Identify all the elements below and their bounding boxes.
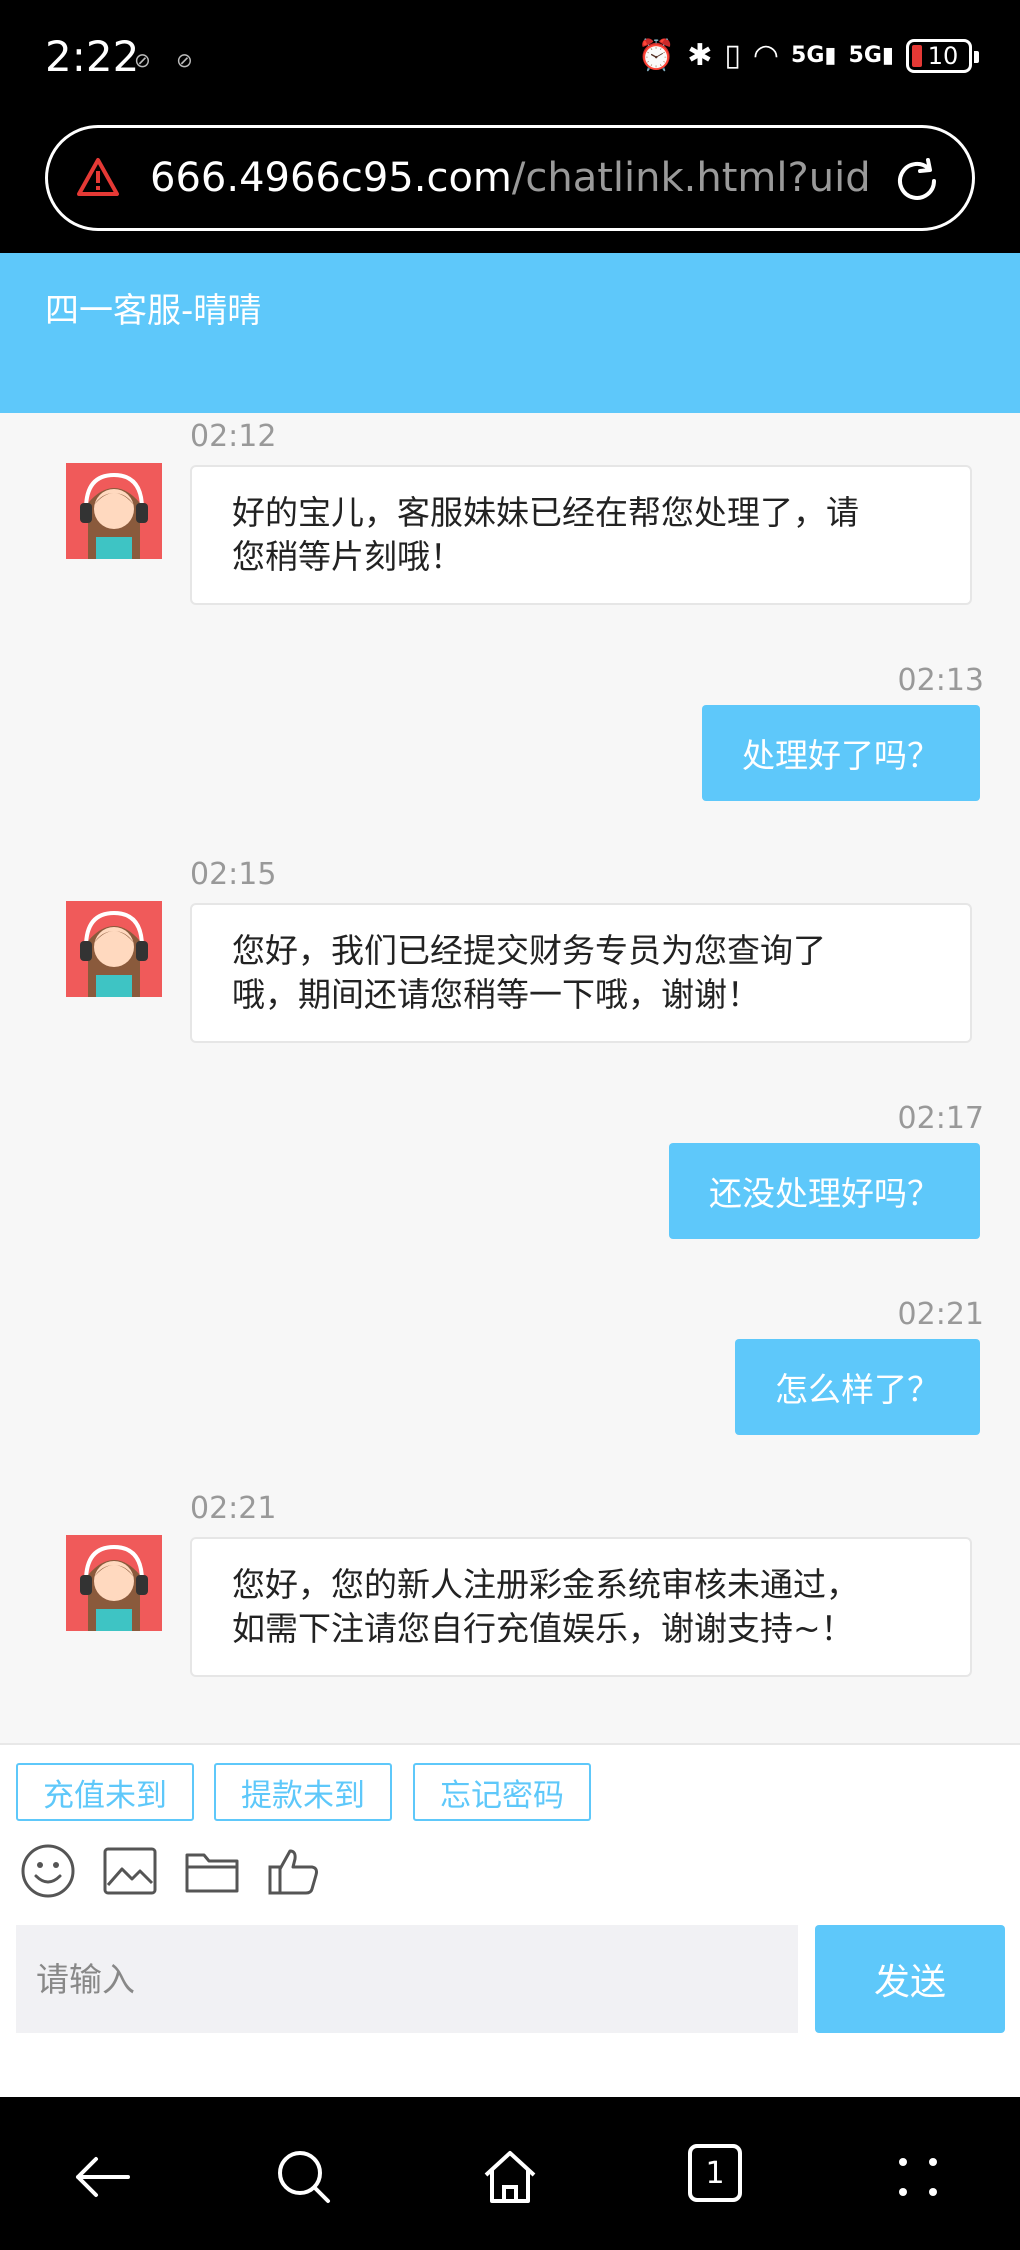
send-button[interactable]: 发送 <box>815 1925 1005 2033</box>
status-time: 2:22 <box>45 32 140 81</box>
emoji-icon[interactable] <box>20 1843 76 1899</box>
quick-reply-password[interactable]: 忘记密码 <box>413 1763 591 1821</box>
back-arrow-icon[interactable] <box>72 2147 132 2207</box>
browser-toolbar: 666.4966c95.com/chatlink.html?uid= <box>0 115 1020 253</box>
user-message: 处理好了吗？ <box>702 705 980 801</box>
agent-avatar <box>66 901 162 997</box>
message-time: 02:15 <box>190 857 277 892</box>
message-time: 02:12 <box>190 419 277 454</box>
status-icons: ⏰ ✱ ▯ ◠ 5G▮ 5G▮ 10 <box>637 38 979 73</box>
composer-panel: 充值未到 提款未到 忘记密码 发送 <box>0 1743 1020 2097</box>
search-icon[interactable] <box>274 2147 334 2207</box>
quick-reply-withdraw[interactable]: 提款未到 <box>214 1763 392 1821</box>
message-time: 02:13 <box>897 663 984 698</box>
headset-agent-icon <box>80 472 148 559</box>
quick-reply-recharge[interactable]: 充值未到 <box>16 1763 194 1821</box>
url-path: /chatlink.html?uid= <box>511 155 872 201</box>
browser-nav-bar: 1 <box>0 2097 1020 2250</box>
agent-avatar <box>66 1535 162 1631</box>
home-icon[interactable] <box>480 2147 540 2207</box>
thumbs-up-icon[interactable] <box>266 1843 322 1899</box>
headset-agent-icon <box>80 910 148 997</box>
status-bar: 2:22 ⊘ ⊘ ⏰ ✱ ▯ ◠ 5G▮ 5G▮ 10 <box>0 0 1020 115</box>
headset-agent-icon <box>80 1544 148 1631</box>
agent-name: 四一客服-晴晴 <box>45 291 262 331</box>
warning-icon[interactable] <box>76 156 120 200</box>
bluetooth-icon: ✱ <box>687 38 713 73</box>
message-input[interactable] <box>16 1925 798 2033</box>
address-bar[interactable]: 666.4966c95.com/chatlink.html?uid= <box>45 125 975 231</box>
message-time: 02:17 <box>897 1101 984 1136</box>
signal-icon: 5G▮ <box>848 43 894 68</box>
message-time: 02:21 <box>897 1297 984 1332</box>
signal-icon: 5G▮ <box>791 43 837 68</box>
image-icon[interactable] <box>102 1843 158 1899</box>
menu-dots-icon[interactable] <box>888 2147 948 2207</box>
folder-icon[interactable] <box>184 1843 240 1899</box>
sync-off-icon: ⊘ <box>134 48 151 72</box>
wifi-icon: ◠ <box>752 38 780 73</box>
agent-message: 好的宝儿，客服妹妹已经在帮您处理了，请 您稍等片刻哦！ <box>190 465 972 605</box>
agent-message: 您好，我们已经提交财务专员为您查询了 哦，期间还请您稍等一下哦，谢谢！ <box>190 903 972 1043</box>
tabs-button[interactable]: 1 <box>688 2144 742 2202</box>
alarm-icon: ⏰ <box>637 38 676 73</box>
agent-avatar <box>66 463 162 559</box>
vibrate-icon: ▯ <box>724 38 741 73</box>
reload-icon[interactable] <box>890 154 944 208</box>
chat-header: 四一客服-晴晴 <box>0 253 1020 413</box>
chat-messages[interactable]: 02:12 好的宝儿，客服妹妹已经在帮您处理了，请 您稍等片刻哦！ 02:13 … <box>0 413 1020 1743</box>
sync-off-icon: ⊘ <box>176 48 193 72</box>
user-message: 还没处理好吗？ <box>669 1143 980 1239</box>
message-time: 02:21 <box>190 1491 277 1526</box>
user-message: 怎么样了？ <box>735 1339 980 1435</box>
url-host: 666.4966c95.com <box>150 155 512 201</box>
battery-icon: 10 <box>906 38 979 73</box>
agent-message: 您好，您的新人注册彩金系统审核未通过， 如需下注请您自行充值娱乐，谢谢支持~！ <box>190 1537 972 1677</box>
